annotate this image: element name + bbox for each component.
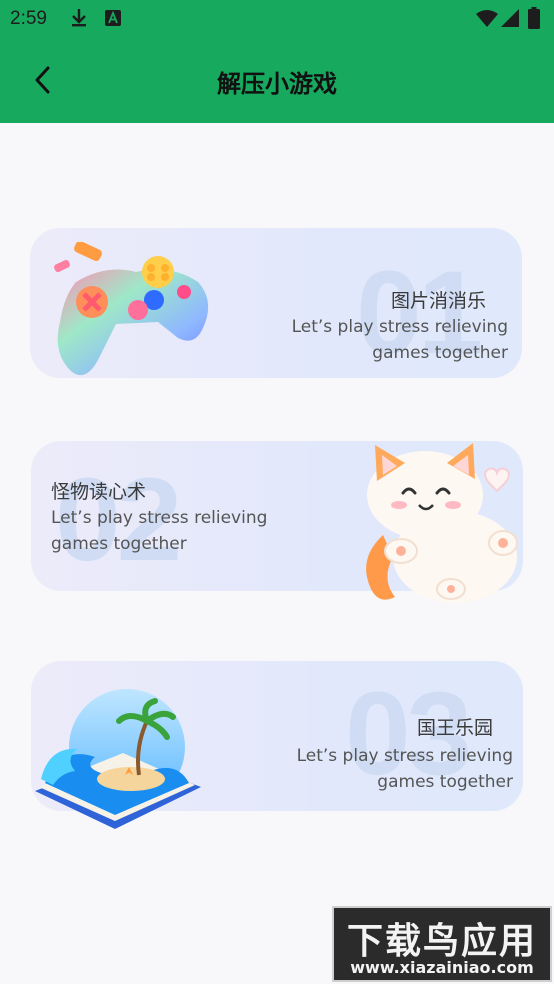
app-bar: 解压小游戏 (0, 38, 554, 123)
watermark-title: 下载鸟应用 (346, 921, 537, 962)
game-title: 怪物读心术 (51, 481, 147, 503)
game-description-line1: Let’s play stress relieving (291, 317, 508, 337)
wifi-icon (476, 10, 498, 27)
app-notification-icon (105, 10, 121, 26)
game-description-line1: Let’s play stress relieving (296, 746, 513, 766)
download-icon (72, 9, 86, 27)
game-title: 国王乐园 (416, 717, 493, 739)
game-description-line1: Let’s play stress relieving (51, 508, 268, 528)
status-time: 2:59 (10, 8, 47, 29)
game-description-line2: games together (372, 343, 508, 363)
game-description-line2: games together (51, 534, 187, 554)
island-book-icon (35, 689, 201, 829)
watermark-url: www.xiazainiao.com (350, 958, 534, 977)
game-card-2[interactable]: 02 怪物读心术 Let’s play stress relieving gam… (31, 441, 523, 603)
cat-icon (366, 443, 518, 603)
signal-icon (501, 9, 519, 27)
battery-icon (528, 7, 540, 29)
game-card-3[interactable]: 03 国王乐园 Let’s play stress relieving game… (31, 661, 523, 829)
status-bar: 2:59 (0, 0, 554, 38)
page-title: 解压小游戏 (217, 70, 337, 98)
game-card-1[interactable]: 01 图片消消乐 Let’s play stress relieving gam… (30, 228, 522, 378)
game-title: 图片消消乐 (390, 290, 486, 312)
gamepad-icon (54, 242, 209, 376)
game-description-line2: games together (377, 772, 513, 792)
watermark-logo: 下载鸟应用 www.xiazainiao.com (332, 906, 552, 982)
